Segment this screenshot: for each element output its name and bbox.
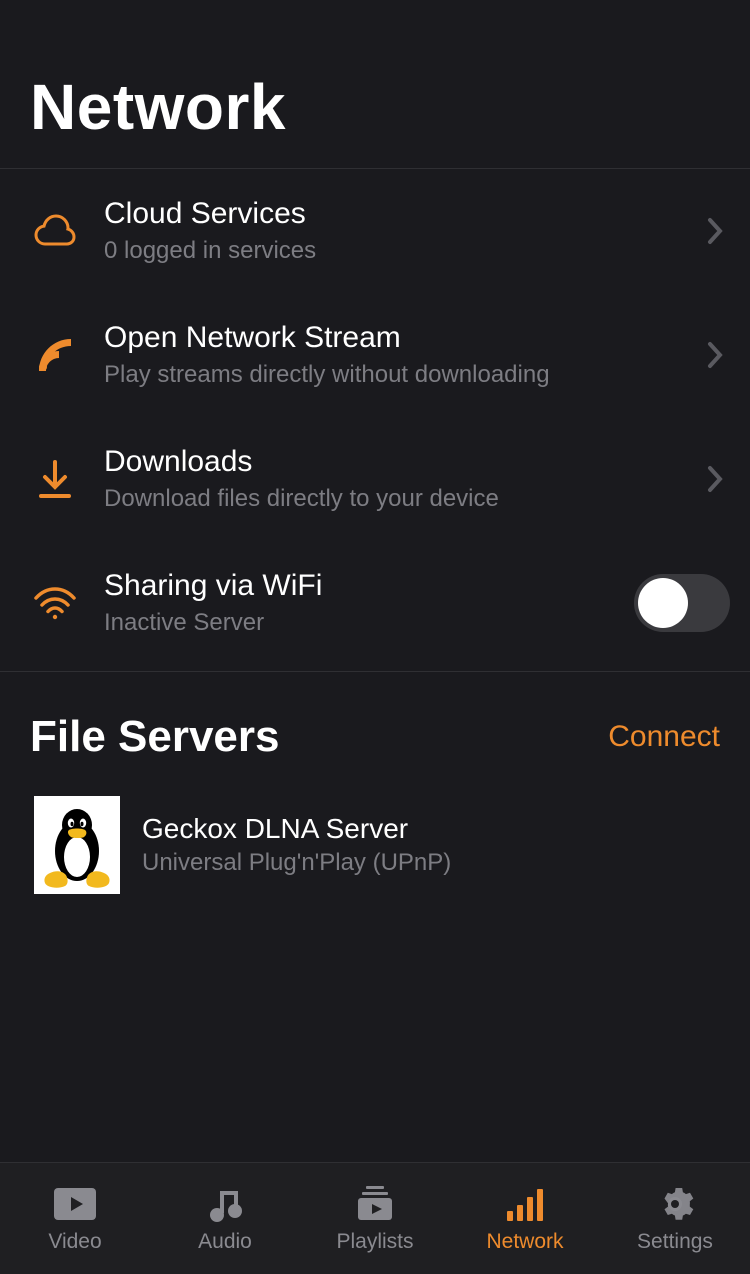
row-texts: Downloads Download files directly to you…	[104, 445, 676, 513]
row-title: Downloads	[104, 445, 676, 479]
tab-audio[interactable]: Audio	[150, 1163, 300, 1274]
row-title: Open Network Stream	[104, 321, 676, 355]
tab-label: Video	[48, 1230, 101, 1254]
tab-label: Network	[486, 1230, 563, 1254]
row-subtitle: Play streams directly without downloadin…	[104, 361, 676, 389]
chevron-right-icon	[700, 341, 730, 369]
server-row[interactable]: Geckox DLNA Server Universal Plug'n'Play…	[0, 778, 750, 912]
chevron-right-icon	[700, 217, 730, 245]
row-texts: Sharing via WiFi Inactive Server	[104, 569, 610, 637]
server-texts: Geckox DLNA Server Universal Plug'n'Play…	[142, 813, 451, 877]
download-icon	[30, 454, 80, 504]
wifi-icon	[30, 578, 80, 628]
row-texts: Open Network Stream Play streams directl…	[104, 321, 676, 389]
cloud-icon	[30, 206, 80, 256]
stream-icon	[30, 330, 80, 380]
row-open-network-stream[interactable]: Open Network Stream Play streams directl…	[0, 293, 750, 417]
tab-playlists[interactable]: Playlists	[300, 1163, 450, 1274]
toggle-knob	[638, 578, 688, 628]
row-subtitle: Download files directly to your device	[104, 485, 676, 513]
network-icon	[505, 1184, 545, 1224]
tab-label: Settings	[637, 1230, 713, 1254]
file-servers-title: File Servers	[30, 712, 280, 762]
wifi-sharing-toggle[interactable]	[634, 574, 730, 632]
tab-video[interactable]: Video	[0, 1163, 150, 1274]
network-options-list: Cloud Services 0 logged in services Open…	[0, 169, 750, 665]
chevron-right-icon	[700, 465, 730, 493]
row-subtitle: Inactive Server	[104, 609, 610, 637]
row-title: Cloud Services	[104, 197, 676, 231]
connect-button[interactable]: Connect	[608, 720, 720, 754]
row-sharing-wifi: Sharing via WiFi Inactive Server	[0, 541, 750, 665]
spacer	[0, 912, 750, 1162]
playlist-icon	[356, 1184, 394, 1224]
tab-network[interactable]: Network	[450, 1163, 600, 1274]
audio-icon	[208, 1184, 242, 1224]
row-texts: Cloud Services 0 logged in services	[104, 197, 676, 265]
file-servers-header: File Servers Connect	[0, 672, 750, 778]
tab-settings[interactable]: Settings	[600, 1163, 750, 1274]
settings-icon	[656, 1184, 694, 1224]
tab-bar: Video Audio Pl	[0, 1162, 750, 1274]
tab-label: Audio	[198, 1230, 252, 1254]
row-downloads[interactable]: Downloads Download files directly to you…	[0, 417, 750, 541]
server-subtitle: Universal Plug'n'Play (UPnP)	[142, 849, 451, 877]
page-title: Network	[30, 70, 720, 144]
row-subtitle: 0 logged in services	[104, 237, 676, 265]
video-icon	[54, 1184, 96, 1224]
tux-icon	[34, 796, 120, 894]
server-title: Geckox DLNA Server	[142, 813, 451, 845]
tab-label: Playlists	[336, 1230, 413, 1254]
row-title: Sharing via WiFi	[104, 569, 610, 603]
row-cloud-services[interactable]: Cloud Services 0 logged in services	[0, 169, 750, 293]
page-header: Network	[0, 0, 750, 169]
